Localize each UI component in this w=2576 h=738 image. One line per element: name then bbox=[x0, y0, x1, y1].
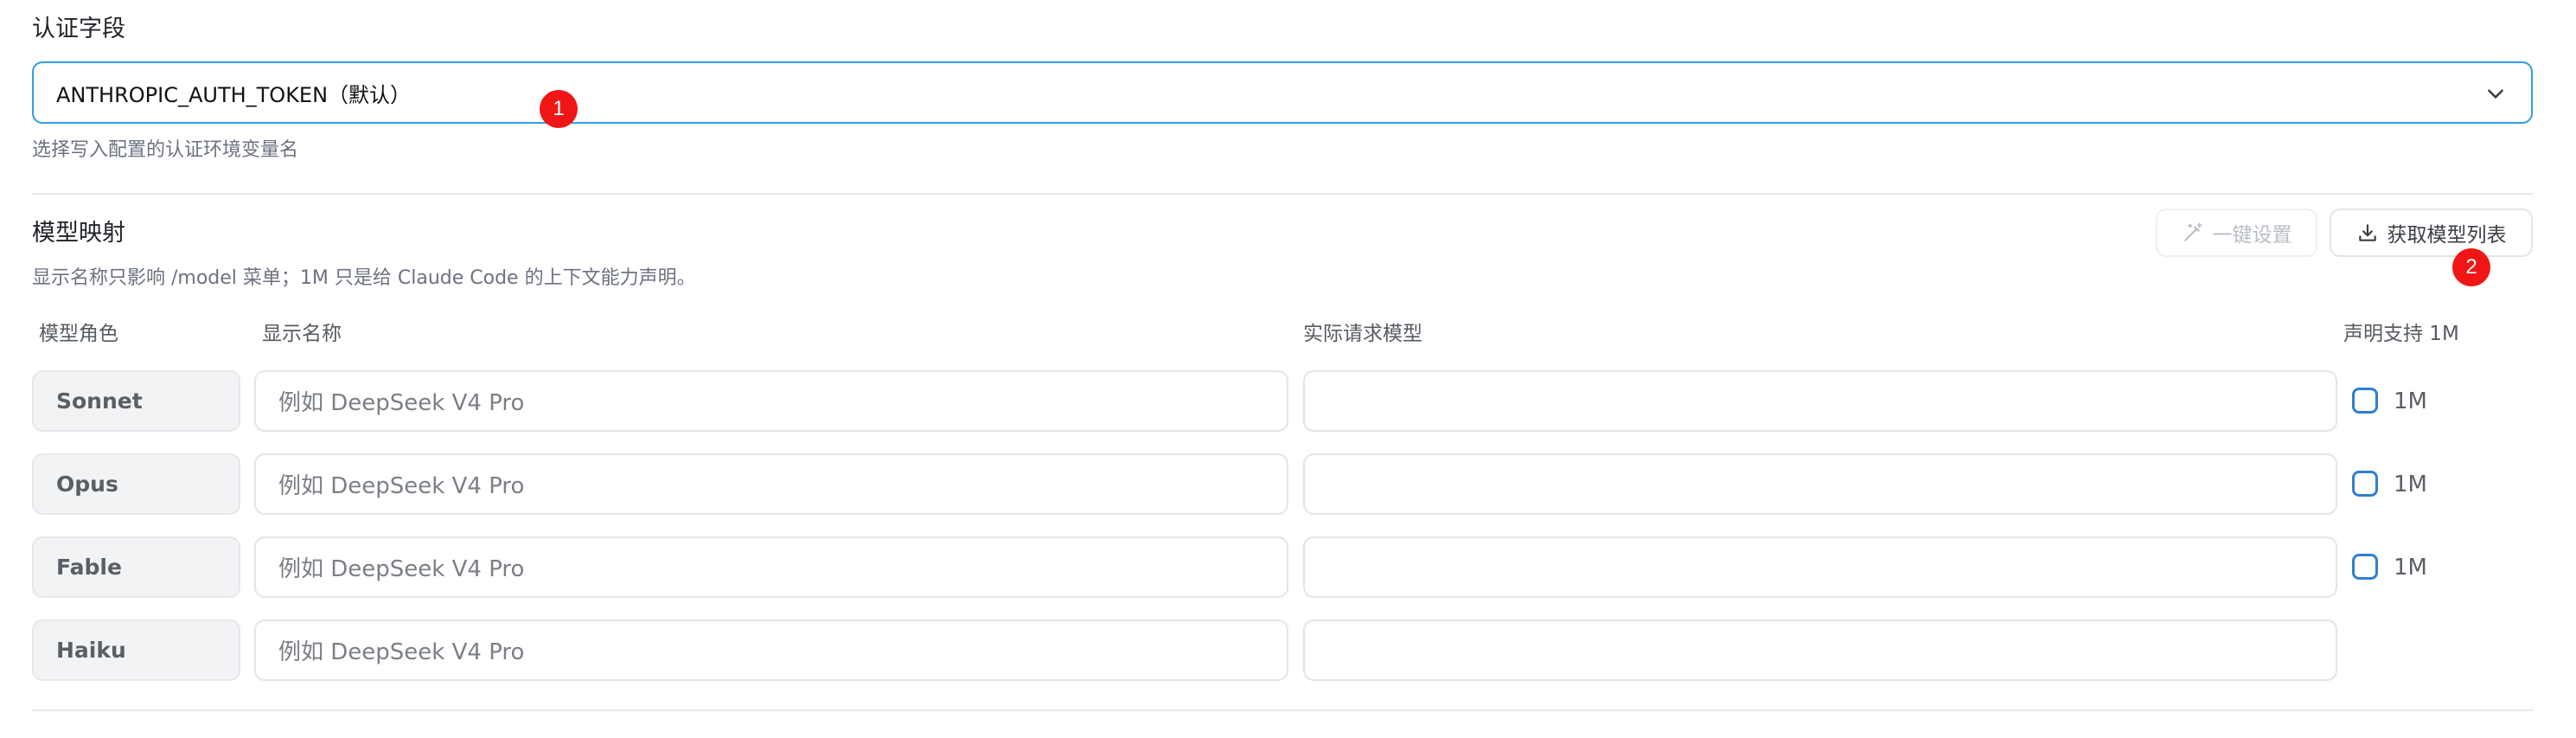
role-label-fable: Fable bbox=[32, 536, 240, 598]
model-mapping-description: 显示名称只影响 /model 菜单；1M 只是给 Claude Code 的上下… bbox=[32, 267, 696, 289]
declare-1m-label-fable: 1M bbox=[2394, 555, 2427, 581]
actual-model-input-fable[interactable] bbox=[1303, 536, 2337, 598]
auth-field-label: 认证字段 bbox=[32, 16, 125, 42]
role-label-haiku: Haiku bbox=[32, 619, 240, 681]
magic-wand-icon bbox=[2183, 222, 2202, 241]
actual-model-input-sonnet[interactable] bbox=[1303, 370, 2337, 432]
column-header-role: 模型角色 bbox=[39, 323, 118, 345]
fetch-model-list-button[interactable]: 获取模型列表 bbox=[2330, 209, 2533, 257]
auth-field-hint: 选择写入配置的认证环境变量名 bbox=[32, 139, 299, 161]
role-label-opus: Opus bbox=[32, 453, 240, 515]
download-icon bbox=[2358, 224, 2376, 241]
auth-field-select[interactable]: ANTHROPIC_AUTH_TOKEN（默认） bbox=[32, 61, 2533, 124]
declare-1m-checkbox-opus[interactable] bbox=[2352, 471, 2378, 497]
display-name-input-fable[interactable]: 例如 DeepSeek V4 Pro bbox=[254, 536, 1288, 598]
annotation-badge-2: 2 bbox=[2452, 248, 2490, 286]
actual-model-input-haiku[interactable] bbox=[1303, 619, 2337, 681]
column-header-actual-model: 实际请求模型 bbox=[1303, 323, 1422, 345]
display-name-input-opus[interactable]: 例如 DeepSeek V4 Pro bbox=[254, 453, 1288, 515]
column-header-declare-1m: 声明支持 1M bbox=[2343, 323, 2459, 345]
annotation-badge-1: 1 bbox=[540, 90, 578, 128]
fetch-model-list-label: 获取模型列表 bbox=[2387, 224, 2507, 247]
section-divider bbox=[32, 193, 2533, 195]
one-click-setup-button[interactable]: 一键设置 bbox=[2156, 209, 2317, 257]
declare-1m-label-opus: 1M bbox=[2394, 472, 2427, 497]
actual-model-input-opus[interactable] bbox=[1303, 453, 2337, 515]
model-mapping-title: 模型映射 bbox=[32, 220, 125, 247]
display-name-input-haiku[interactable]: 例如 DeepSeek V4 Pro bbox=[254, 619, 1288, 681]
role-label-sonnet: Sonnet bbox=[32, 370, 240, 432]
display-name-input-sonnet[interactable]: 例如 DeepSeek V4 Pro bbox=[254, 370, 1288, 432]
auth-field-selected-value: ANTHROPIC_AUTH_TOKEN（默认） bbox=[56, 82, 412, 107]
declare-1m-checkbox-sonnet[interactable] bbox=[2352, 388, 2378, 414]
chevron-down-icon bbox=[2488, 89, 2503, 99]
one-click-setup-label: 一键设置 bbox=[2212, 224, 2292, 247]
declare-1m-label-sonnet: 1M bbox=[2394, 388, 2427, 414]
bottom-divider bbox=[32, 709, 2533, 711]
declare-1m-checkbox-fable[interactable] bbox=[2352, 554, 2378, 580]
column-header-display-name: 显示名称 bbox=[262, 323, 342, 345]
